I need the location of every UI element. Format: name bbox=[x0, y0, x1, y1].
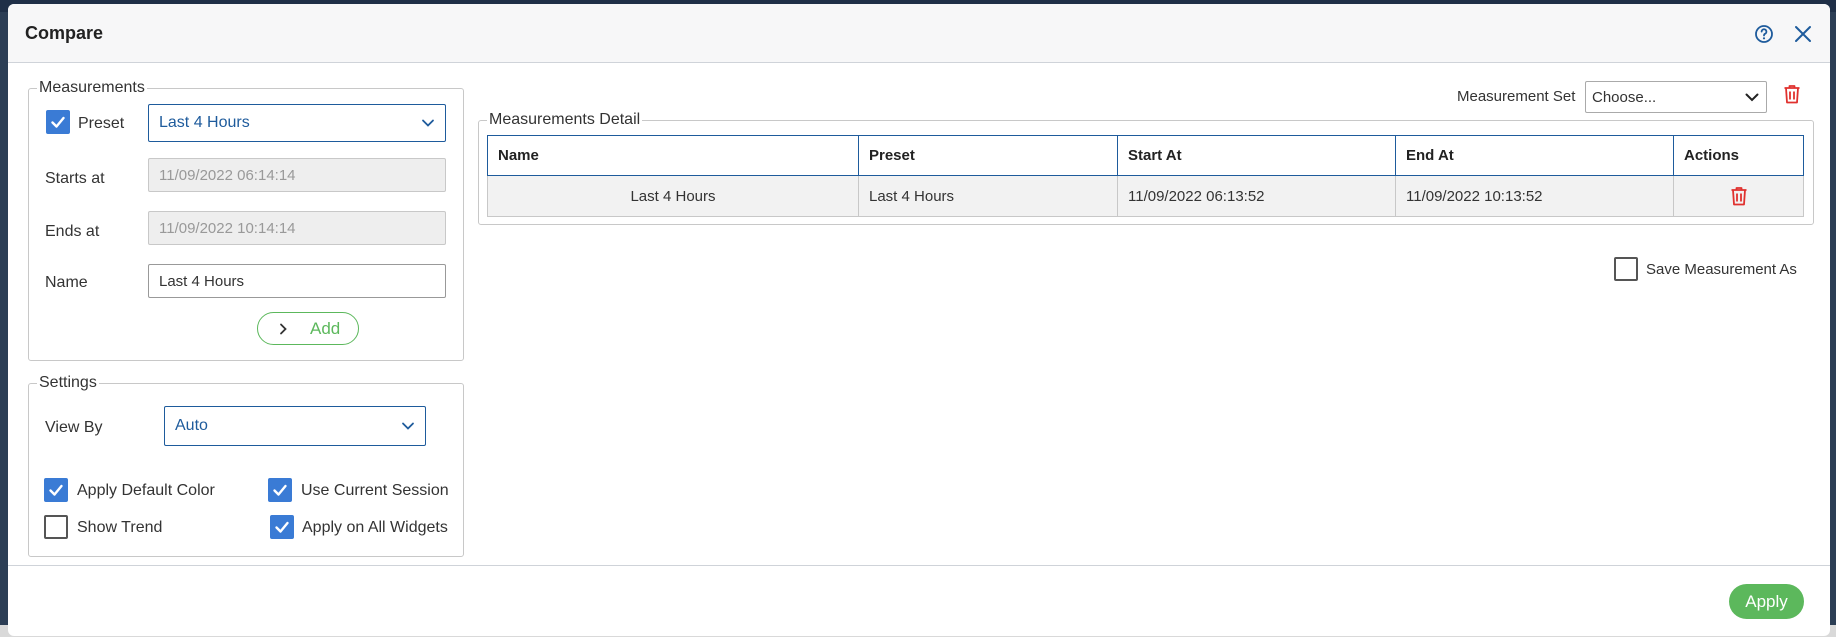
compare-modal: Compare Measurements Preset Last 4 Hours… bbox=[8, 4, 1830, 636]
cell-name: Last 4 Hours bbox=[487, 175, 859, 217]
modal-title: Compare bbox=[25, 23, 104, 43]
apply-on-all-widgets-label: Apply on All Widgets bbox=[302, 519, 448, 536]
use-current-session-checkbox[interactable] bbox=[268, 478, 292, 502]
cell-end-at: 11/09/2022 10:13:52 bbox=[1395, 175, 1674, 217]
settings-legend: Settings bbox=[39, 374, 97, 391]
column-header-name: Name bbox=[487, 135, 859, 176]
trash-icon bbox=[1784, 85, 1800, 104]
show-trend-label: Show Trend bbox=[77, 519, 163, 536]
check-icon bbox=[51, 116, 65, 128]
view-by-select-value: Auto bbox=[175, 417, 208, 434]
save-measurement-as-checkbox[interactable] bbox=[1614, 257, 1638, 281]
delete-measurement-set-button[interactable] bbox=[1781, 82, 1803, 106]
cell-start-at: 11/09/2022 06:13:52 bbox=[1117, 175, 1396, 217]
measurements-detail-legend: Measurements Detail bbox=[489, 111, 641, 128]
name-field[interactable]: Last 4 Hours bbox=[148, 264, 446, 298]
check-icon bbox=[275, 521, 289, 533]
preset-label: Preset bbox=[78, 115, 125, 132]
modal-header: Compare bbox=[8, 4, 1830, 63]
name-label: Name bbox=[45, 274, 88, 291]
check-icon bbox=[49, 484, 63, 496]
trash-icon bbox=[1731, 187, 1746, 206]
cell-actions bbox=[1673, 175, 1804, 217]
close-icon[interactable] bbox=[1791, 22, 1815, 46]
preset-checkbox[interactable] bbox=[46, 110, 70, 134]
ends-at-field[interactable]: 11/09/2022 10:14:14 bbox=[148, 211, 446, 245]
view-by-label: View By bbox=[45, 419, 103, 436]
measurement-set-label: Measurement Set bbox=[1457, 88, 1576, 105]
add-button-label: Add bbox=[310, 318, 341, 338]
table-header-row: Name Preset Start At End At Actions bbox=[487, 135, 1804, 176]
apply-default-color-label: Apply Default Color bbox=[77, 482, 215, 499]
apply-button[interactable]: Apply bbox=[1729, 584, 1804, 619]
apply-default-color-checkbox[interactable] bbox=[44, 478, 68, 502]
measurement-set-value: Choose... bbox=[1592, 88, 1657, 106]
cell-preset: Last 4 Hours bbox=[858, 175, 1118, 217]
add-button[interactable]: Add bbox=[257, 312, 359, 345]
column-header-end-at: End At bbox=[1395, 135, 1674, 176]
column-header-preset: Preset bbox=[858, 135, 1118, 176]
starts-at-label: Starts at bbox=[45, 170, 105, 187]
footer-divider bbox=[8, 565, 1830, 566]
chevron-down-icon bbox=[422, 119, 434, 127]
check-icon bbox=[273, 484, 287, 496]
column-header-start-at: Start At bbox=[1117, 135, 1396, 176]
apply-on-all-widgets-checkbox[interactable] bbox=[270, 515, 294, 539]
use-current-session-label: Use Current Session bbox=[301, 482, 449, 499]
table-row: Last 4 Hours Last 4 Hours 11/09/2022 06:… bbox=[487, 175, 1804, 217]
measurements-legend: Measurements bbox=[39, 79, 145, 96]
measurement-set-select[interactable]: Choose... bbox=[1585, 81, 1767, 113]
delete-row-button[interactable] bbox=[1730, 186, 1748, 206]
column-header-actions: Actions bbox=[1673, 135, 1804, 176]
preset-select[interactable]: Last 4 Hours bbox=[148, 104, 446, 142]
preset-select-value: Last 4 Hours bbox=[159, 114, 250, 131]
help-icon[interactable] bbox=[1752, 22, 1776, 46]
show-trend-checkbox[interactable] bbox=[44, 515, 68, 539]
save-measurement-as-label: Save Measurement As bbox=[1646, 261, 1797, 278]
chevron-down-icon bbox=[402, 422, 414, 430]
view-by-select[interactable]: Auto bbox=[164, 406, 426, 446]
chevron-down-icon bbox=[1745, 93, 1759, 102]
measurements-detail-table: Name Preset Start At End At Actions Last… bbox=[487, 135, 1804, 217]
starts-at-field[interactable]: 11/09/2022 06:14:14 bbox=[148, 158, 446, 192]
chevron-right-icon bbox=[280, 323, 287, 334]
ends-at-label: Ends at bbox=[45, 223, 100, 240]
